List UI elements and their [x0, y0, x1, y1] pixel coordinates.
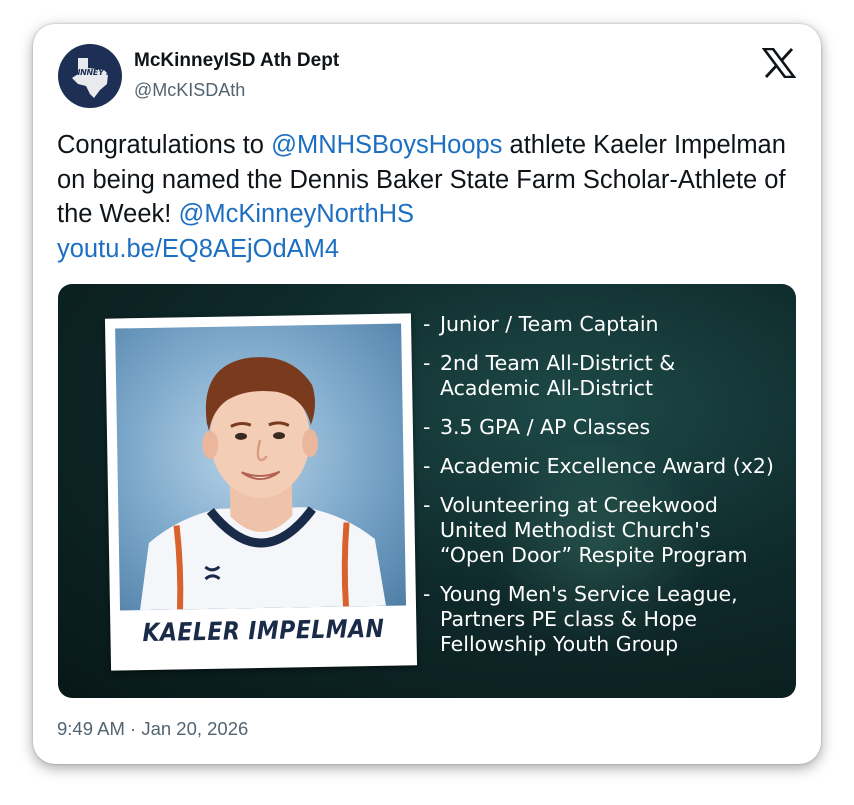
player-photo-card: KAELER IMPELMAN — [104, 313, 418, 671]
account-name[interactable]: McKinneyISD Ath Dept — [134, 50, 339, 72]
achievement-item: - Young Men's Service League, Partners PE… — [423, 582, 793, 657]
player-portrait-illustration — [140, 357, 387, 611]
tweet-card: McKINNEY ISD McKinneyISD Ath Dept @McKIS… — [33, 24, 821, 764]
avatar[interactable]: McKINNEY ISD — [58, 44, 122, 108]
tweet-media-image[interactable]: KAELER IMPELMAN - Junior / Team Captain -… — [58, 284, 796, 698]
achievements-list: - Junior / Team Captain -2nd Team All-Dis… — [423, 312, 793, 671]
mention-link[interactable]: @McKinneyNorthHS — [178, 200, 414, 228]
achievement-text: 2nd Team All-District & Academic All-Dis… — [440, 351, 676, 400]
achievement-item: - Academic Excellence Award (x2) — [423, 454, 793, 479]
tweet-timestamp[interactable]: 9:49 AM · Jan 20, 2026 — [57, 718, 248, 740]
achievement-item: -2nd Team All-District & Academic All-Di… — [423, 351, 793, 401]
bullet-marker: - — [423, 493, 431, 517]
player-name-caption: KAELER IMPELMAN — [142, 613, 385, 648]
bullet-marker: - — [423, 454, 431, 478]
achievement-item: - Volunteering at Creekwood United Method… — [423, 493, 793, 568]
achievement-text: Junior / Team Captain — [440, 312, 659, 336]
bullet-marker: - — [423, 312, 431, 336]
bullet-marker: - — [423, 582, 431, 606]
player-photo — [115, 323, 407, 611]
achievement-text: Young Men's Service League, Partners PE … — [440, 582, 738, 656]
achievement-item: -3.5 GPA / AP Classes — [423, 415, 793, 440]
tweet-text: Congratulations to @MNHSBoysHoops athlet… — [57, 128, 797, 266]
achievement-item: - Junior / Team Captain — [423, 312, 793, 337]
x-logo-icon[interactable] — [762, 48, 796, 78]
bullet-marker: - — [423, 351, 431, 375]
mention-link[interactable]: @MNHSBoysHoops — [271, 131, 502, 159]
achievement-text: Academic Excellence Award (x2) — [440, 454, 774, 478]
url-link[interactable]: youtu.be/EQ8AEjOdAM4 — [57, 235, 339, 263]
account-handle[interactable]: @McKISDAth — [134, 80, 245, 101]
tweet-text-part: Congratulations to — [57, 131, 272, 159]
achievement-text: Volunteering at Creekwood United Methodi… — [440, 493, 748, 567]
avatar-logo-text: McKINNEY ISD — [59, 68, 121, 77]
bullet-marker: - — [423, 415, 431, 439]
achievement-text: 3.5 GPA / AP Classes — [440, 415, 651, 439]
